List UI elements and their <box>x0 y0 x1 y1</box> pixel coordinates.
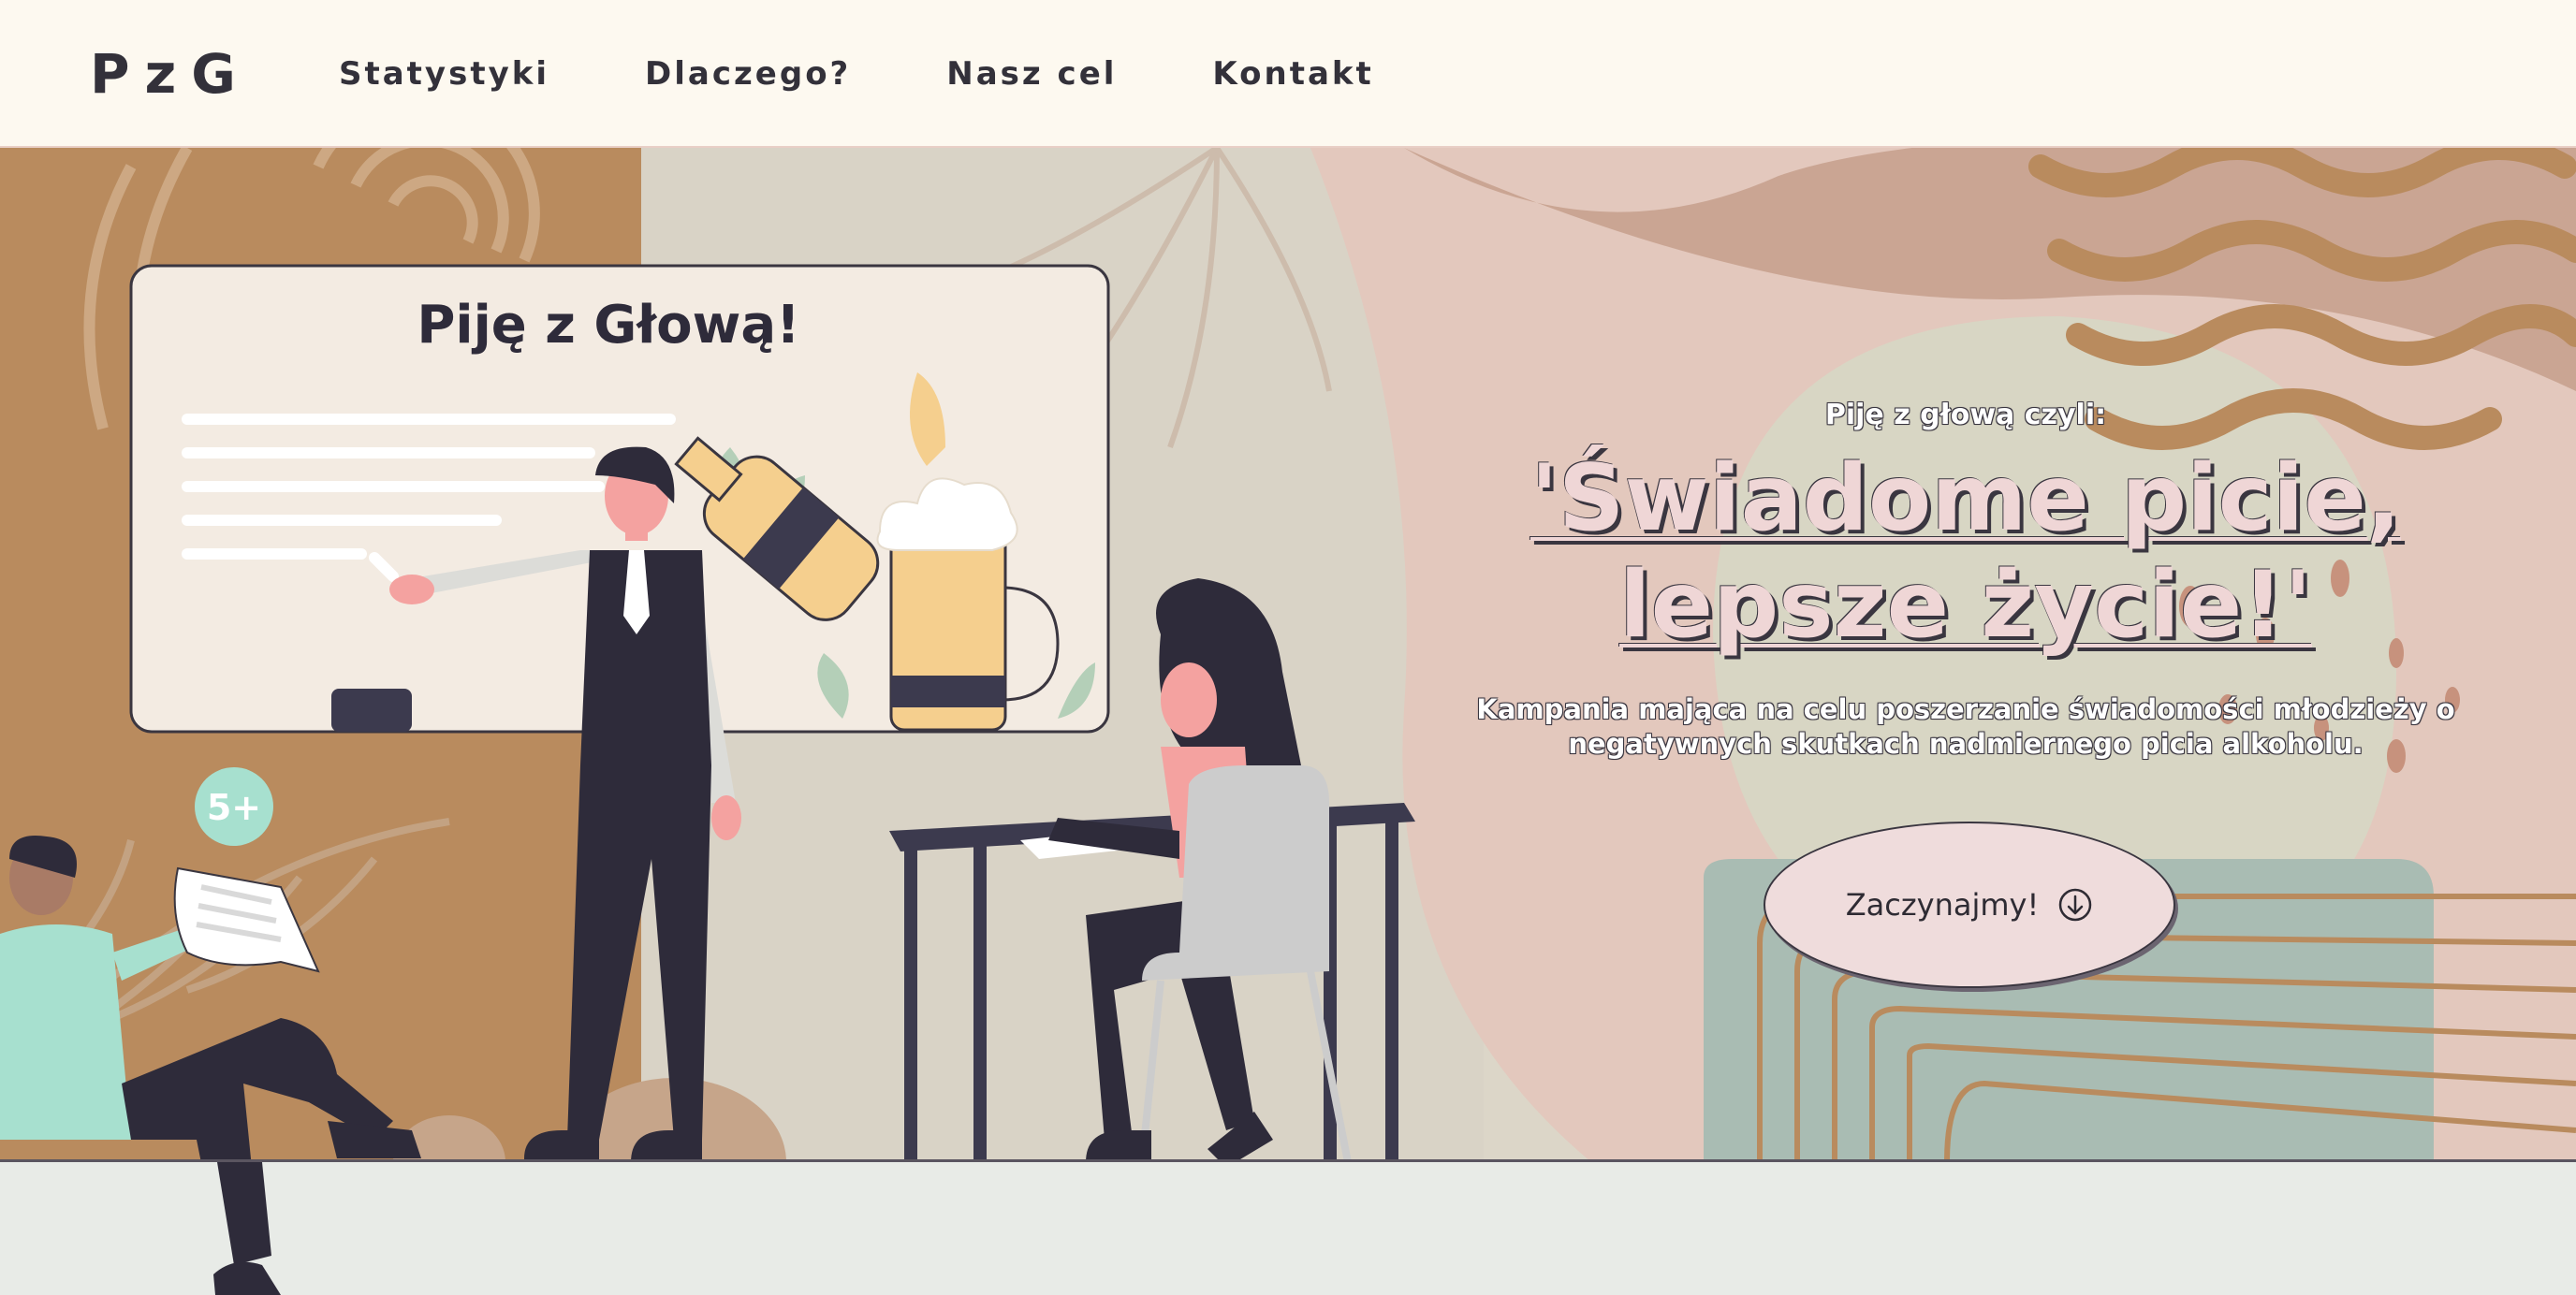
hero-description-line2: negatywnych skutkach nadmiernego picia a… <box>1568 728 2364 760</box>
cta-label: Zaczynajmy! <box>1845 887 2040 923</box>
nav-link-statystyki[interactable]: Statystyki <box>339 51 549 97</box>
cta-start-button[interactable]: Zaczynajmy! <box>1764 822 2175 988</box>
hero-section: Piję z Głową! 5+ Piję z głową czyli: 'Św… <box>0 148 2576 1162</box>
bottom-section <box>0 1162 2576 1295</box>
arrow-down-circle-icon <box>2057 887 2093 923</box>
hero-pretitle: Piję z głową czyli: <box>1824 399 2107 431</box>
navbar: PzG Statystyki Dlaczego? Nasz cel Kontak… <box>0 0 2576 148</box>
hero-description-line1: Kampania mająca na celu poszerzanie świa… <box>1476 693 2455 725</box>
nav-link-kontakt[interactable]: Kontakt <box>1212 51 1373 97</box>
nav-link-nasz-cel[interactable]: Nasz cel <box>946 51 1117 97</box>
age-badge: 5+ <box>195 767 273 846</box>
hero-title-line2: lepsze życie!' <box>1619 552 2312 659</box>
age-badge-text: 5+ <box>207 787 261 828</box>
hero-title-line1: 'Świadome picie, <box>1530 445 2402 552</box>
nav-menu: Statystyki Dlaczego? Nasz cel Kontakt <box>339 51 1374 97</box>
logo-link[interactable]: PzG <box>90 41 251 107</box>
hero-description: Kampania mająca na celu poszerzanie świa… <box>1460 692 2471 762</box>
board-title: Piję z Głową! <box>417 295 799 356</box>
hero-title: 'Świadome picie, lepsze życie!' <box>1460 445 2471 659</box>
reading-person-legs <box>213 1162 281 1295</box>
nav-link-dlaczego[interactable]: Dlaczego? <box>645 51 851 97</box>
